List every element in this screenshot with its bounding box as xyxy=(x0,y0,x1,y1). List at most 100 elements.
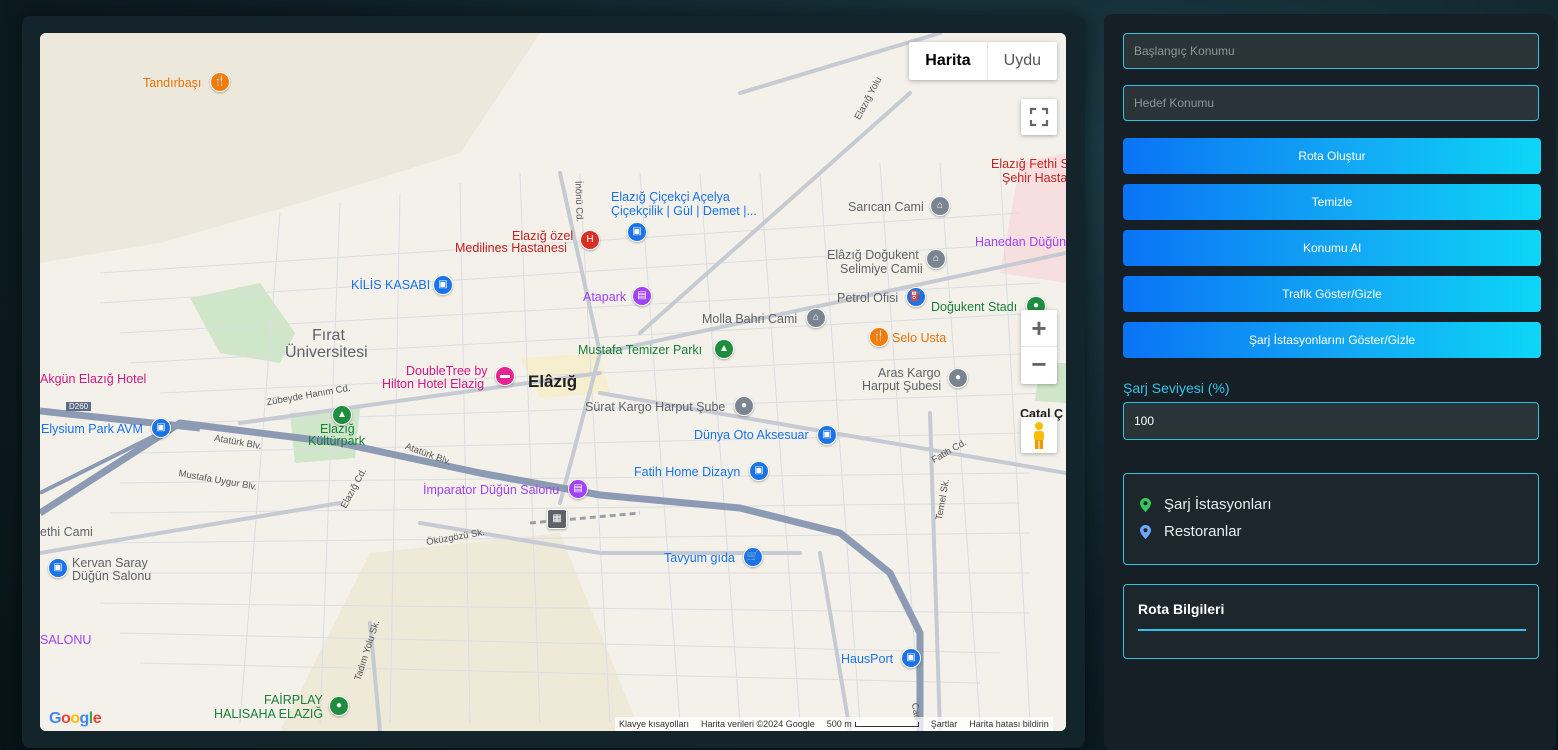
mall-icon[interactable]: ▤ xyxy=(632,286,652,306)
place-label[interactable]: İmparator Düğün Salonu xyxy=(423,483,559,497)
place-label[interactable]: HALISAHA ELAZIĞ xyxy=(214,707,323,721)
hotel-icon[interactable]: ▬ xyxy=(495,366,515,386)
toggle-traffic-button[interactable]: Trafik Göster/Gizle xyxy=(1123,276,1541,312)
place-label[interactable]: Harput Şubesi xyxy=(862,379,941,393)
place-label[interactable]: Şehir Hasta xyxy=(1002,171,1066,185)
place-label[interactable]: DoubleTree by xyxy=(406,364,488,378)
mosque-icon[interactable]: ⌂ xyxy=(806,308,826,328)
place-label[interactable]: Tandırbaşı xyxy=(143,76,201,90)
place-label[interactable]: Düğün Salonu xyxy=(72,569,151,583)
pegman-icon xyxy=(1034,422,1044,449)
fullscreen-button[interactable] xyxy=(1021,99,1057,135)
place-label[interactable]: Sarıcan Cami xyxy=(848,200,924,214)
place-label[interactable]: SALONU xyxy=(40,633,91,647)
keyboard-shortcuts-link[interactable]: Klavye kısayolları xyxy=(619,717,689,731)
place-label[interactable]: Elâzığ Doğukent xyxy=(827,248,919,262)
map-canvas[interactable]: Tandırbaşı 🍴 Elazığ Fethi S Şehir Hasta … xyxy=(40,33,1066,731)
mosque-icon[interactable]: ⌂ xyxy=(930,196,950,216)
shop-icon[interactable]: ▣ xyxy=(151,418,171,438)
wedding-hall-icon[interactable]: ▤ xyxy=(568,479,588,499)
legend-item-charging: Şarj İstasyonları xyxy=(1140,496,1272,513)
zoom-out-button[interactable]: − xyxy=(1021,347,1057,383)
zoom-in-button[interactable]: + xyxy=(1021,310,1057,347)
place-label[interactable]: Tavyum gıda xyxy=(664,551,735,565)
grocery-icon[interactable]: 🛒 xyxy=(743,547,763,567)
fullscreen-icon xyxy=(1029,107,1049,127)
toggle-charging-stations-button[interactable]: Şarj İstasyonlarını Göster/Gizle xyxy=(1123,322,1541,358)
place-label[interactable]: HausPort xyxy=(841,652,893,666)
place-label[interactable]: Üniversitesi xyxy=(285,344,368,362)
place-label[interactable]: Petrol Ofisi xyxy=(837,291,898,305)
road-label: İnönü Cd. xyxy=(572,180,585,223)
place-label[interactable]: Molla Bahri Cami xyxy=(702,312,797,326)
place-label[interactable]: Mustafa Temizer Parkı xyxy=(578,343,702,357)
place-label[interactable]: Fırat xyxy=(312,327,345,345)
legend-label: Şarj İstasyonları xyxy=(1164,496,1272,513)
place-label[interactable]: Doğukent Stadı xyxy=(931,300,1017,314)
place-label[interactable]: ethi Cami xyxy=(40,525,93,539)
place-label[interactable]: Akgün Elazığ Hotel xyxy=(40,372,146,386)
street-view-button[interactable] xyxy=(1021,417,1057,453)
shop-icon[interactable]: ▣ xyxy=(817,425,837,445)
get-location-button[interactable]: Konumu Al xyxy=(1123,230,1541,266)
place-label[interactable]: Hilton Hotel Elazig xyxy=(382,377,484,391)
park-icon[interactable]: ▲ xyxy=(332,405,352,425)
route-info-box: Rota Bilgileri xyxy=(1123,584,1539,659)
place-label[interactable]: Aras Kargo xyxy=(878,366,941,380)
map-type-control: Harita Uydu xyxy=(909,42,1057,80)
charge-level-input[interactable] xyxy=(1123,402,1539,440)
courier-icon[interactable]: ● xyxy=(948,368,968,388)
map-type-map-button[interactable]: Harita xyxy=(909,42,987,80)
park-icon[interactable]: ▲ xyxy=(714,339,734,359)
mosque-icon[interactable]: ⌂ xyxy=(926,249,946,269)
report-error-link[interactable]: Harita hatası bildirin xyxy=(969,717,1049,731)
terms-link[interactable]: Şartlar xyxy=(931,717,958,731)
place-label[interactable]: Fatih Home Dizayn xyxy=(634,465,740,479)
route-info-divider xyxy=(1138,629,1526,631)
courier-icon[interactable]: ● xyxy=(734,396,754,416)
place-label[interactable]: Çiçekçilik | Gül | Demet |... xyxy=(611,204,757,218)
restaurant-icon[interactable]: 🍴 xyxy=(210,72,230,92)
shop-icon[interactable]: ▣ xyxy=(433,275,453,295)
sports-field-icon[interactable]: ● xyxy=(329,696,349,716)
map-panel: Tandırbaşı 🍴 Elazığ Fethi S Şehir Hasta … xyxy=(22,16,1085,748)
place-label[interactable]: Selo Usta xyxy=(892,331,946,345)
place-label[interactable]: Kervan Saray xyxy=(72,556,148,570)
place-label[interactable]: Elazığ Fethi S xyxy=(991,157,1066,171)
scale-bar[interactable]: 500 m xyxy=(827,717,919,731)
place-label[interactable]: FAİRPLAY xyxy=(264,693,323,707)
gas-station-icon[interactable]: ⛽ xyxy=(906,287,926,307)
clear-button[interactable]: Temizle xyxy=(1123,184,1541,220)
destination-input[interactable] xyxy=(1123,85,1539,121)
map-type-satellite-button[interactable]: Uydu xyxy=(986,42,1057,80)
place-label[interactable]: Atapark xyxy=(583,290,626,304)
place-label[interactable]: Hanedan Düğün xyxy=(975,235,1066,249)
place-label[interactable]: Kültürpark xyxy=(308,434,365,448)
create-route-button[interactable]: Rota Oluştur xyxy=(1123,138,1541,174)
legend-label: Restoranlar xyxy=(1164,523,1242,540)
hospital-icon[interactable]: H xyxy=(580,230,600,250)
place-label[interactable]: Sürat Kargo Harput Şube xyxy=(585,400,725,414)
route-info-title: Rota Bilgileri xyxy=(1138,601,1225,617)
city-label: Elâzığ xyxy=(528,372,578,391)
green-marker-icon xyxy=(1140,497,1151,512)
shop-icon[interactable]: ▣ xyxy=(48,558,68,578)
place-label[interactable]: Elazığ Çiçekçi Açelya xyxy=(611,190,730,204)
restaurant-icon[interactable]: 🍴 xyxy=(869,327,889,347)
shop-icon[interactable]: ▣ xyxy=(749,461,769,481)
place-label[interactable]: KİLİS KASABI xyxy=(351,278,430,292)
place-label[interactable]: Selimiye Camii xyxy=(840,262,923,276)
start-location-input[interactable] xyxy=(1123,33,1539,69)
shop-icon[interactable]: ▣ xyxy=(627,222,647,242)
charge-level-label: Şarj Seviyesi (%) xyxy=(1123,380,1230,396)
shop-icon[interactable]: ▣ xyxy=(901,648,921,668)
road-shield: D260 xyxy=(66,402,92,411)
map-footer: Klavye kısayolları Harita verileri ©2024… xyxy=(615,717,1053,731)
blue-marker-icon xyxy=(1140,524,1151,539)
place-label[interactable]: Medilines Hastanesi xyxy=(455,241,567,255)
control-panel: Rota Oluştur Temizle Konumu Al Trafik Gö… xyxy=(1104,14,1556,750)
train-station-icon[interactable]: ▦ xyxy=(547,509,567,529)
place-label[interactable]: Dünya Oto Aksesuar xyxy=(694,428,809,442)
place-label[interactable]: Elysium Park AVM xyxy=(41,422,143,436)
google-logo[interactable]: Google xyxy=(49,710,102,728)
